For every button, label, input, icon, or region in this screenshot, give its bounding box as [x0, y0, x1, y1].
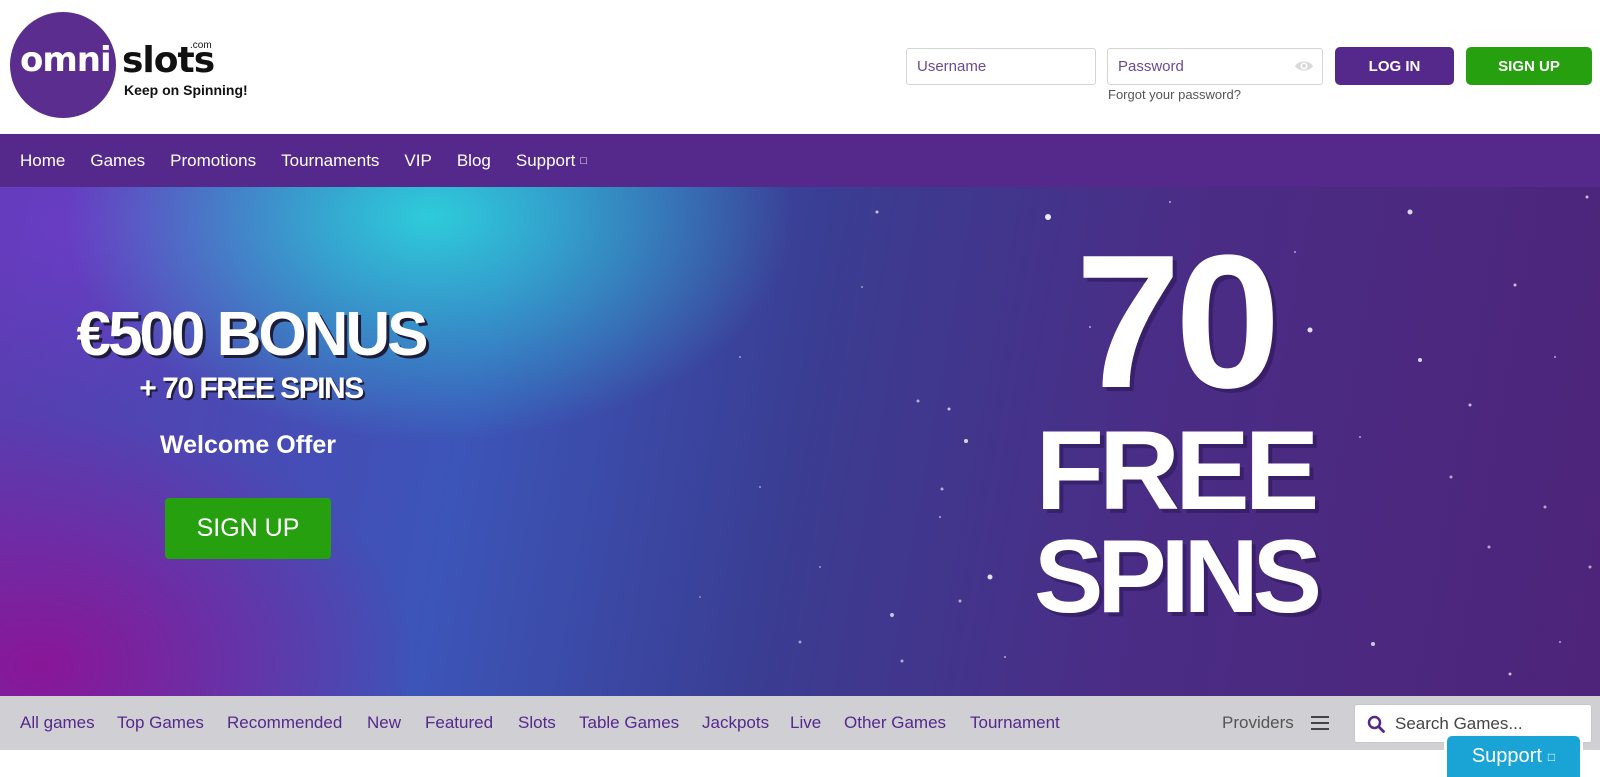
support-chat-button[interactable]: Support □ [1444, 733, 1583, 777]
support-chat-label: Support [1471, 745, 1542, 767]
category-table-games[interactable]: Table Games [579, 713, 679, 733]
category-jackpots[interactable]: Jackpots [702, 713, 769, 733]
category-new[interactable]: New [367, 713, 401, 733]
hero-signup-button[interactable]: SIGN UP [165, 498, 331, 559]
category-all-games[interactable]: All games [20, 713, 95, 733]
providers-dropdown[interactable]: Providers [1222, 713, 1294, 733]
nav-item-promotions[interactable]: Promotions [170, 151, 256, 171]
nav-item-support[interactable]: Support □ [516, 151, 587, 171]
search-icon [1367, 715, 1385, 733]
category-slots[interactable]: Slots [518, 713, 556, 733]
hero-welcome-text: Welcome Offer [160, 431, 336, 459]
category-other-games[interactable]: Other Games [844, 713, 946, 733]
logo-tagline: Keep on Spinning! [124, 82, 248, 98]
category-tournament[interactable]: Tournament [970, 713, 1060, 733]
forgot-password-link[interactable]: Forgot your password? [1108, 87, 1241, 102]
hero-big-number: 70 [1075, 216, 1280, 428]
nav-item-games[interactable]: Games [90, 151, 145, 171]
nav-item-blog[interactable]: Blog [457, 151, 491, 171]
omnislots-logo[interactable]: omni slots .com Keep on Spinning! [10, 12, 250, 120]
nav-item-home[interactable]: Home [20, 151, 65, 171]
hero-bonus-heading: €500 BONUS [76, 300, 428, 369]
category-top-games[interactable]: Top Games [117, 713, 204, 733]
nav-support-label: Support [515, 150, 576, 170]
logo-com-text: .com [190, 40, 212, 51]
main-nav: Home Games Promotions Tournaments VIP Bl… [0, 134, 1600, 187]
category-featured[interactable]: Featured [425, 713, 493, 733]
hero-big-spins: SPINS [1033, 519, 1322, 635]
category-recommended[interactable]: Recommended [227, 713, 342, 733]
hamburger-icon[interactable] [1310, 714, 1330, 732]
hero-big-free: FREE [1035, 408, 1320, 533]
signup-button[interactable]: SIGN UP [1466, 47, 1592, 85]
password-input[interactable] [1107, 48, 1323, 85]
hero-banner: €500 BONUS + 70 FREE SPINS Welcome Offer… [0, 187, 1600, 696]
chevron-up-icon: □ [1547, 749, 1556, 764]
nav-item-vip[interactable]: VIP [404, 151, 431, 171]
nav-item-tournaments[interactable]: Tournaments [281, 151, 379, 171]
eye-icon[interactable] [1294, 58, 1314, 74]
hero-spins-subheading: + 70 FREE SPINS [139, 372, 364, 405]
login-button[interactable]: LOG IN [1335, 47, 1454, 85]
site-header: omni slots .com Keep on Spinning! Forgot… [0, 0, 1600, 134]
logo-omni-text: omni [20, 40, 112, 80]
category-live[interactable]: Live [790, 713, 821, 733]
username-input[interactable] [906, 48, 1096, 85]
chevron-down-icon: □ [580, 154, 588, 167]
